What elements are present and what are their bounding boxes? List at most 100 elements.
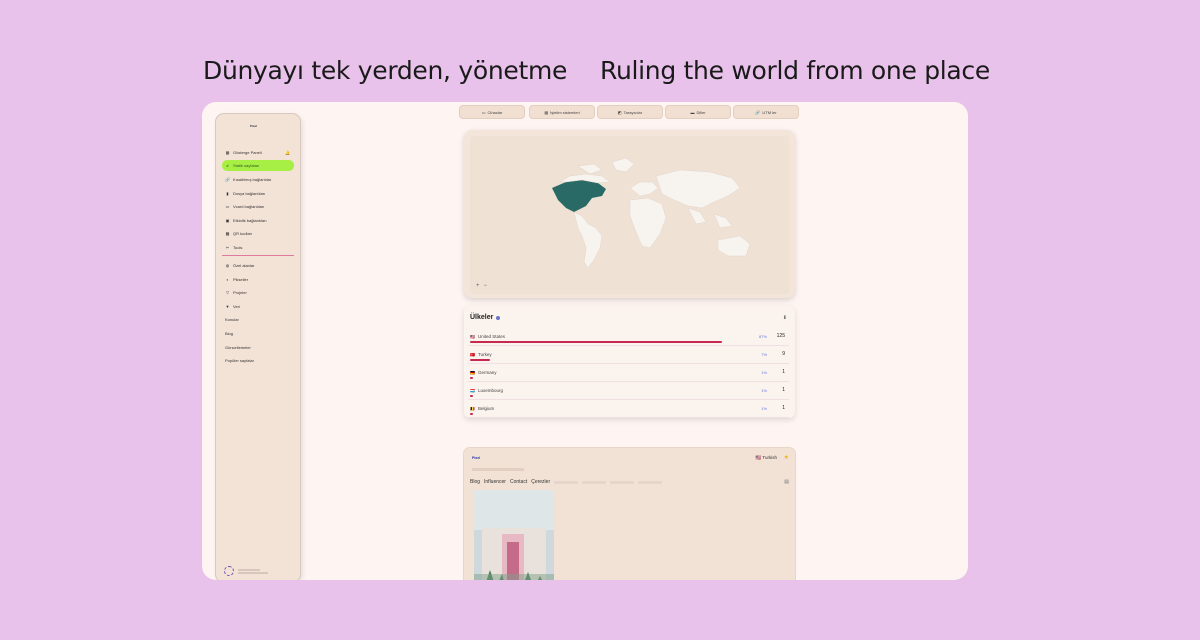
country-share-bar	[470, 413, 473, 415]
world-map-card: + −	[464, 130, 795, 298]
headline-turkish: Dünyayı tek yerden, yönetme	[203, 56, 568, 85]
sidebar-item[interactable]: ◐ Pikseller	[222, 274, 294, 285]
country-share-bar	[470, 341, 723, 343]
preview-logo: Pixel	[472, 456, 481, 460]
tab[interactable]: ▦ İşletim sistemleri	[530, 106, 594, 118]
sidebar-item[interactable]: Blog	[222, 328, 294, 339]
calendar-icon: ▣	[225, 218, 230, 223]
table-row[interactable]: 🇹🇷 Turkey 7% 9	[468, 348, 789, 364]
tab-label: UTM ler	[762, 109, 777, 115]
country-share-bar	[470, 377, 473, 379]
page-preview-card: Pixel 🇺🇸 Turkish ★ Blog Influencer Contact…	[464, 448, 795, 580]
sidebar-item-label: Blog	[225, 331, 234, 336]
sidebar-item[interactable]: # Statik sayfaları	[222, 160, 294, 171]
sidebar-item-label: Güncellemeler	[225, 345, 251, 350]
preview-nav-placeholder	[638, 481, 663, 484]
table-row[interactable]: 🇧🇪 Belgium 1% 1	[468, 402, 789, 418]
sidebar-item[interactable]: ▣ Etkinlik bağlantıları	[222, 215, 294, 226]
preview-nav-link[interactable]: Blog	[470, 479, 480, 485]
link-icon: 🔗	[225, 177, 230, 182]
table-row[interactable]: 🇺🇸 United States 87% 125	[468, 330, 789, 346]
sidebar-item-label: Etkinlik bağlantıları	[233, 218, 267, 223]
tab[interactable]: ▭ Cihazlar	[460, 106, 524, 118]
country-count: 1	[782, 405, 785, 411]
sidebar-item[interactable]: ▦ Gösterge Paneli 🔔	[222, 147, 294, 158]
hash-icon: #	[226, 163, 229, 168]
map-zoom-controls: + −	[476, 283, 487, 289]
tab[interactable]: ◩ Tarayıcılar	[598, 106, 662, 118]
preview-language-label: Turkish	[762, 455, 777, 460]
sidebar-item[interactable]: Popüler sayfalar	[222, 355, 294, 366]
sidebar-item[interactable]: ▽ Projeler	[222, 287, 294, 298]
sidebar-item-label: Pikseller	[233, 277, 249, 282]
country-name: Germany	[478, 370, 497, 375]
download-icon[interactable]: ⬇	[783, 315, 787, 321]
country-name: Belgium	[478, 406, 495, 411]
data-icon: ▼	[225, 304, 230, 309]
zoom-out-button[interactable]: −	[484, 283, 488, 289]
project-icon: ▽	[225, 290, 230, 295]
map-country-united-states	[552, 180, 606, 212]
flag-icon: 🇹🇷	[470, 352, 475, 357]
sidebar-item-label: Statik sayfaları	[233, 163, 260, 168]
flag-icon: 🇩🇪	[470, 370, 475, 375]
sidebar-item[interactable]: ▮ Dosya bağlantıları	[222, 188, 294, 199]
sidebar: Pixel ▦ Gösterge Paneli 🔔 # Statik sayfaları…	[216, 114, 300, 580]
link-icon: 🔗	[755, 109, 761, 115]
tab[interactable]: ▬ Diller	[666, 106, 730, 118]
tab[interactable]: 🔗 UTM ler	[734, 106, 798, 118]
preview-image	[474, 490, 554, 580]
preview-subtitle-placeholder	[472, 468, 524, 471]
headline-english: Ruling the world from one place	[600, 56, 990, 85]
country-name: Luxembourg	[478, 388, 504, 393]
sidebar-item[interactable]: 🔗 Kısaltılmış bağlantılar	[222, 174, 294, 185]
flag-icon: 🇱🇺	[470, 388, 475, 393]
table-row[interactable]: 🇱🇺 Luxembourg 1% 1	[468, 384, 789, 400]
sidebar-item-label: Tools	[233, 245, 243, 250]
country-percent: 1%	[761, 406, 767, 411]
country-percent: 7%	[761, 352, 767, 357]
preview-nav-link[interactable]: Çerezler	[531, 479, 550, 485]
sidebar-item-label: Veri	[233, 304, 240, 309]
sidebar-item[interactable]: Güncellemeler	[222, 342, 294, 353]
country-name: Turkey	[478, 352, 492, 357]
laptop-icon: ▭	[481, 109, 486, 115]
preview-nav-placeholder	[610, 481, 635, 484]
app-frame: Pixel ▦ Gösterge Paneli 🔔 # Statik sayfaları…	[202, 102, 968, 580]
country-count: 1	[782, 387, 785, 393]
zoom-in-button[interactable]: +	[476, 283, 480, 289]
bell-icon[interactable]: 🔔	[285, 150, 290, 155]
countries-title: Ülkeler	[470, 314, 501, 321]
preview-nav-placeholder	[554, 481, 579, 484]
sidebar-item[interactable]: Konular	[222, 314, 294, 325]
info-icon[interactable]	[496, 315, 501, 320]
sidebar-item[interactable]: ▼ Veri	[222, 301, 294, 312]
sidebar-item-label: Konular	[225, 317, 239, 322]
language-icon: ▬	[690, 109, 695, 115]
globe-icon: ◍	[225, 263, 230, 268]
tab-label: İşletim sistemleri	[550, 109, 580, 115]
sidebar-item[interactable]: ◍ Özel alanlar	[222, 260, 294, 271]
flag-icon: 🇺🇸	[470, 334, 475, 339]
preview-nav-placeholder	[582, 481, 607, 484]
sidebar-item-label: Gösterge Paneli	[233, 150, 262, 155]
sidebar-item[interactable]: ▩ QR kodları	[222, 228, 294, 239]
sidebar-item-label: Kısaltılmış bağlantılar	[233, 177, 272, 182]
table-row[interactable]: 🇩🇪 Germany 1% 1	[468, 366, 789, 382]
country-share-bar	[470, 395, 473, 397]
user-profile[interactable]	[224, 566, 268, 576]
tab-label: Diller	[696, 109, 706, 115]
sidebar-item[interactable]: ▭ Vcard bağlantıları	[222, 201, 294, 212]
star-icon[interactable]: ★	[784, 454, 789, 461]
world-map[interactable]: + −	[470, 136, 789, 294]
sidebar-item-label: QR kodları	[233, 231, 253, 236]
preview-nav-link[interactable]: Contact	[510, 479, 527, 485]
preview-nav-link[interactable]: Influencer	[484, 479, 506, 485]
country-percent: 87%	[758, 334, 767, 339]
sidebar-item[interactable]: ✂ Tools	[222, 242, 294, 253]
os-icon: ▦	[544, 109, 549, 115]
preview-menu-icon[interactable]: ▤	[784, 479, 789, 485]
tab-label: Cihazlar	[487, 109, 503, 115]
preview-language-selector[interactable]: 🇺🇸 Turkish	[756, 455, 777, 461]
tab-label: Tarayıcılar	[623, 109, 643, 115]
